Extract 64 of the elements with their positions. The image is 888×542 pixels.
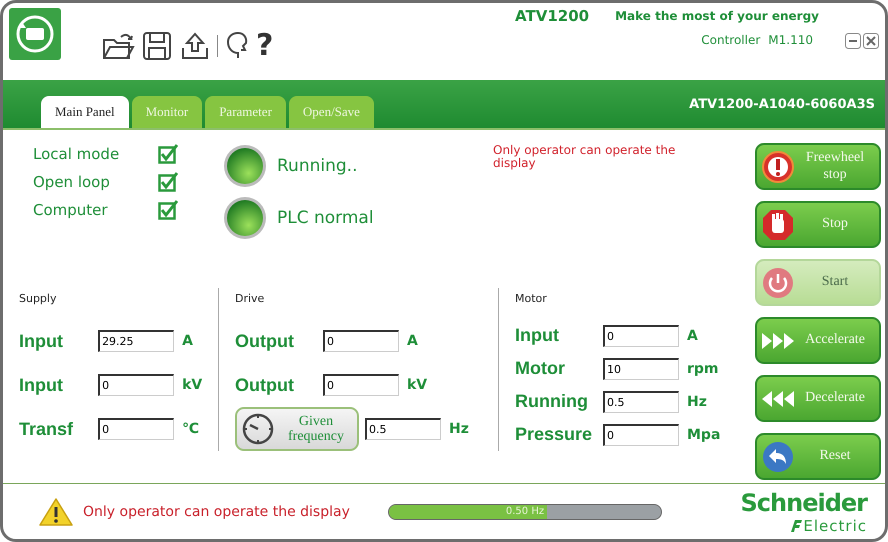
minimize-icon[interactable]: [845, 33, 861, 49]
field-label: Pressure: [515, 424, 594, 445]
unit-label: Hz: [687, 394, 708, 410]
field-label: Motor: [515, 358, 566, 379]
field-label: Output: [235, 374, 295, 396]
field-label: Output: [235, 330, 295, 352]
input-field[interactable]: 0.5: [603, 390, 679, 412]
field-label: Transf: [19, 418, 74, 440]
input-field[interactable]: 10: [603, 358, 679, 380]
mode-label: Computer: [33, 201, 109, 219]
product-name: ATV1200: [515, 7, 590, 25]
progress-reading: 0.50 Hz: [504, 504, 546, 518]
input-field[interactable]: 0: [98, 418, 174, 440]
upload-icon[interactable]: [179, 30, 211, 62]
checkbox[interactable]: [158, 172, 178, 192]
input-field[interactable]: 0: [323, 330, 399, 352]
field-label: Input: [515, 325, 560, 346]
warning-icon: [39, 496, 73, 526]
unit-label: Mpa: [687, 426, 722, 442]
help-button[interactable]: ?: [256, 31, 274, 61]
field-label: Input: [19, 330, 64, 352]
input-field[interactable]: 0: [603, 324, 679, 346]
checkbox[interactable]: [158, 144, 178, 164]
unit-label: rpm: [687, 360, 720, 376]
status-label: Running..: [277, 156, 358, 176]
input-field[interactable]: 0: [603, 424, 679, 446]
checkbox[interactable]: [158, 200, 178, 220]
clock-icon: [241, 412, 275, 446]
logo-subtitle: Electric: [803, 516, 867, 534]
close-icon[interactable]: [863, 33, 879, 49]
unit-label: A: [407, 333, 419, 349]
controller-label: Controller: [701, 33, 760, 47]
tab[interactable]: Main Panel: [41, 96, 129, 128]
power-icon: [761, 266, 795, 300]
unit-label: A: [687, 328, 699, 344]
input-field[interactable]: 0: [323, 374, 399, 396]
logo-name: Schneider: [740, 488, 867, 516]
hand-icon: [761, 208, 795, 242]
unit-label: kV: [407, 377, 428, 393]
group-title: Supply: [19, 292, 58, 305]
model-name: ATV1200-A1040-6060A3S: [689, 96, 875, 112]
save-icon[interactable]: [141, 30, 173, 62]
group-title: Motor: [515, 292, 548, 305]
exclamation-icon: [761, 150, 795, 184]
input-field[interactable]: 0.5: [365, 418, 441, 440]
notice-text: Only operator can operate the display: [493, 144, 676, 172]
field-label: Input: [19, 374, 64, 396]
field-label: Running: [515, 391, 589, 412]
group-title: Drive: [235, 292, 266, 305]
mode-label: Local mode: [33, 145, 120, 163]
unit-label: A: [182, 333, 194, 349]
controller-version: M1.110: [768, 33, 813, 47]
unit-label: kV: [182, 377, 204, 393]
app-logo-icon: [9, 8, 61, 60]
unit-label: ℃: [182, 421, 200, 437]
input-field[interactable]: 0: [98, 374, 174, 396]
mode-label: Open loop: [33, 173, 111, 191]
slogan-text: Make the most of your energy: [615, 9, 819, 23]
status-label: PLC normal: [277, 208, 374, 228]
status-message: Only operator can operate the display: [83, 504, 351, 520]
input-field[interactable]: 29.25: [98, 330, 174, 352]
unit-label: Hz: [449, 421, 470, 437]
logo-mark-icon: [789, 518, 804, 532]
given-frequency-button[interactable]: Given frequency: [235, 407, 359, 451]
